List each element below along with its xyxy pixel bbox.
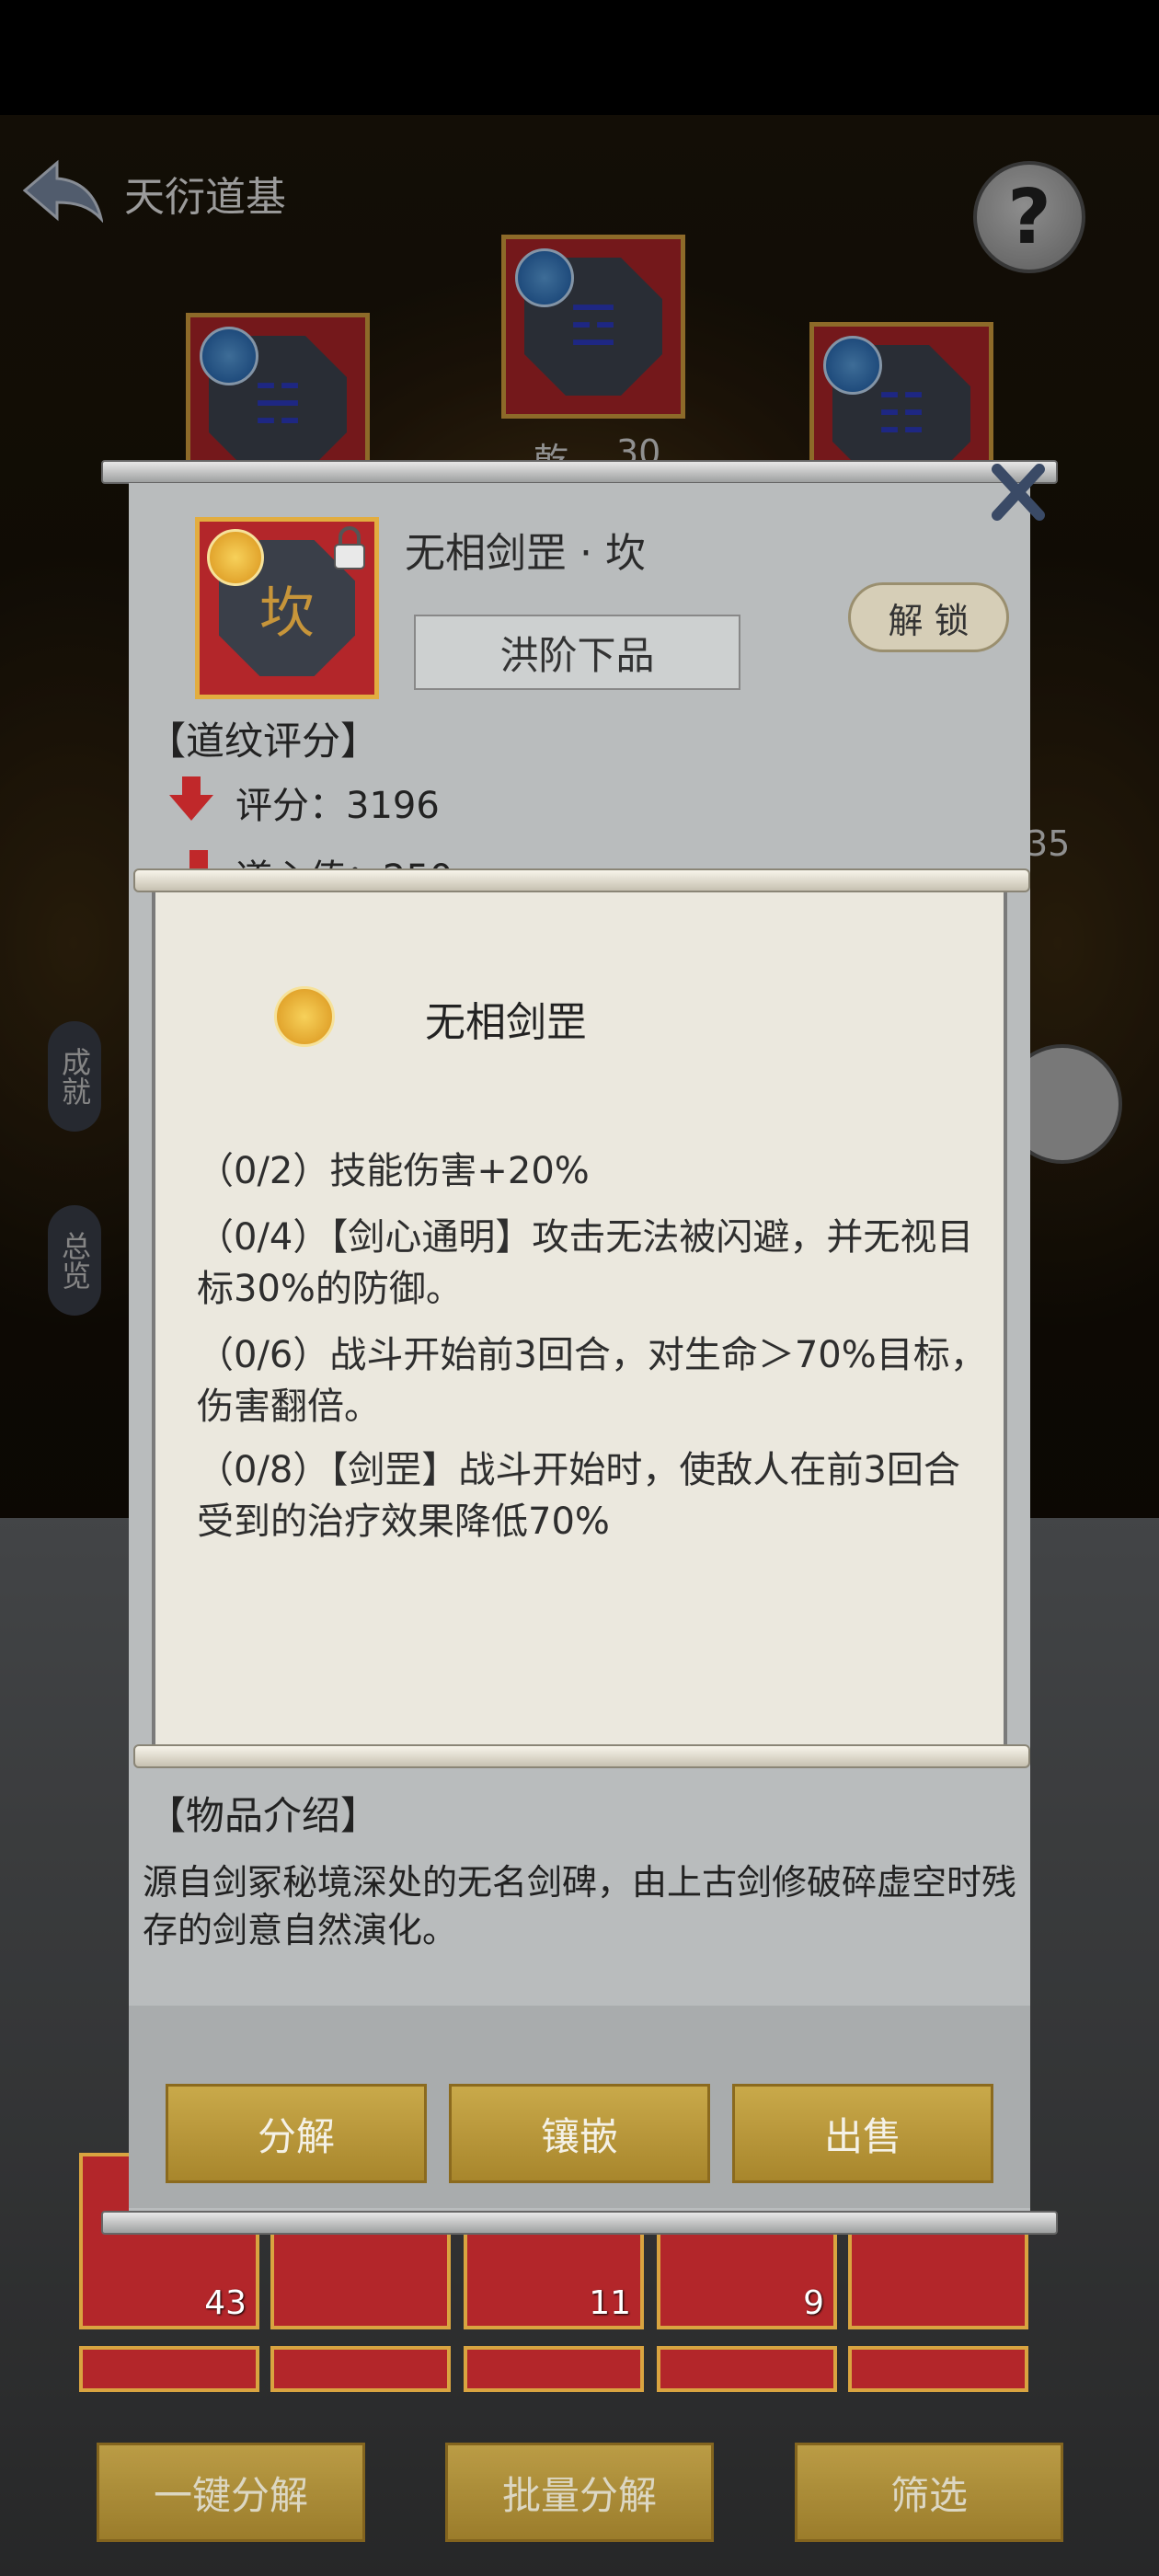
scroll-roller-top xyxy=(133,868,1030,892)
inventory-slot[interactable] xyxy=(270,2346,451,2392)
item-count: 11 xyxy=(589,2284,631,2322)
item-count: 43 xyxy=(204,2284,247,2322)
set-bonus-2: （0/2）技能伤害+20% xyxy=(197,1150,590,1192)
inventory-slot[interactable] xyxy=(848,2346,1028,2392)
item-description: 源自剑冢秘境深处的无名剑碑，由上古剑修破碎虚空时残存的剑意自然演化。 xyxy=(143,1862,1017,1950)
desc-section-title: 【物品介绍】 xyxy=(147,1793,380,1838)
set-bonus-6: （0/6）战斗开始前3回合，对生命＞70%目标，伤害翻倍。 xyxy=(197,1334,987,1428)
inventory-slot[interactable] xyxy=(464,2346,644,2392)
sell-button[interactable]: 出售 xyxy=(732,2084,993,2183)
unlock-button[interactable]: 解 锁 xyxy=(848,582,1009,652)
score-value: 评分：3196 xyxy=(235,785,440,827)
dialog-bottom-rail xyxy=(101,2211,1058,2235)
item-grade: 洪阶下品 xyxy=(414,615,740,690)
inventory-slot[interactable] xyxy=(657,2346,837,2392)
one-key-decompose-button[interactable]: 一键分解 xyxy=(97,2443,365,2542)
close-icon[interactable] xyxy=(986,460,1050,524)
set-bonus-8: （0/8）【剑罡】战斗开始时，使敌人在前3回合受到的治疗效果降低70% xyxy=(197,1449,960,1543)
down-arrow-icon xyxy=(169,776,213,821)
set-bonus-4: （0/4）【剑心通明】攻击无法被闪避，并无视目标30%的防御。 xyxy=(197,1216,974,1310)
decompose-button[interactable]: 分解 xyxy=(166,2084,427,2183)
item-count: 9 xyxy=(803,2284,824,2322)
scroll-roller-bottom xyxy=(133,1744,1030,1768)
score-section-title: 【道纹评分】 xyxy=(147,719,380,764)
item-name: 无相剑罡 · 坎 xyxy=(405,530,646,577)
inventory-slot[interactable] xyxy=(79,2346,259,2392)
inlay-button[interactable]: 镶嵌 xyxy=(449,2084,710,2183)
dialog-top-rail xyxy=(101,460,1058,484)
set-coin-icon xyxy=(274,986,335,1047)
set-coin-icon xyxy=(207,529,264,586)
batch-decompose-button[interactable]: 批量分解 xyxy=(445,2443,714,2542)
lock-icon xyxy=(334,526,365,569)
set-title: 无相剑罡 xyxy=(425,999,587,1046)
filter-button[interactable]: 筛选 xyxy=(795,2443,1063,2542)
